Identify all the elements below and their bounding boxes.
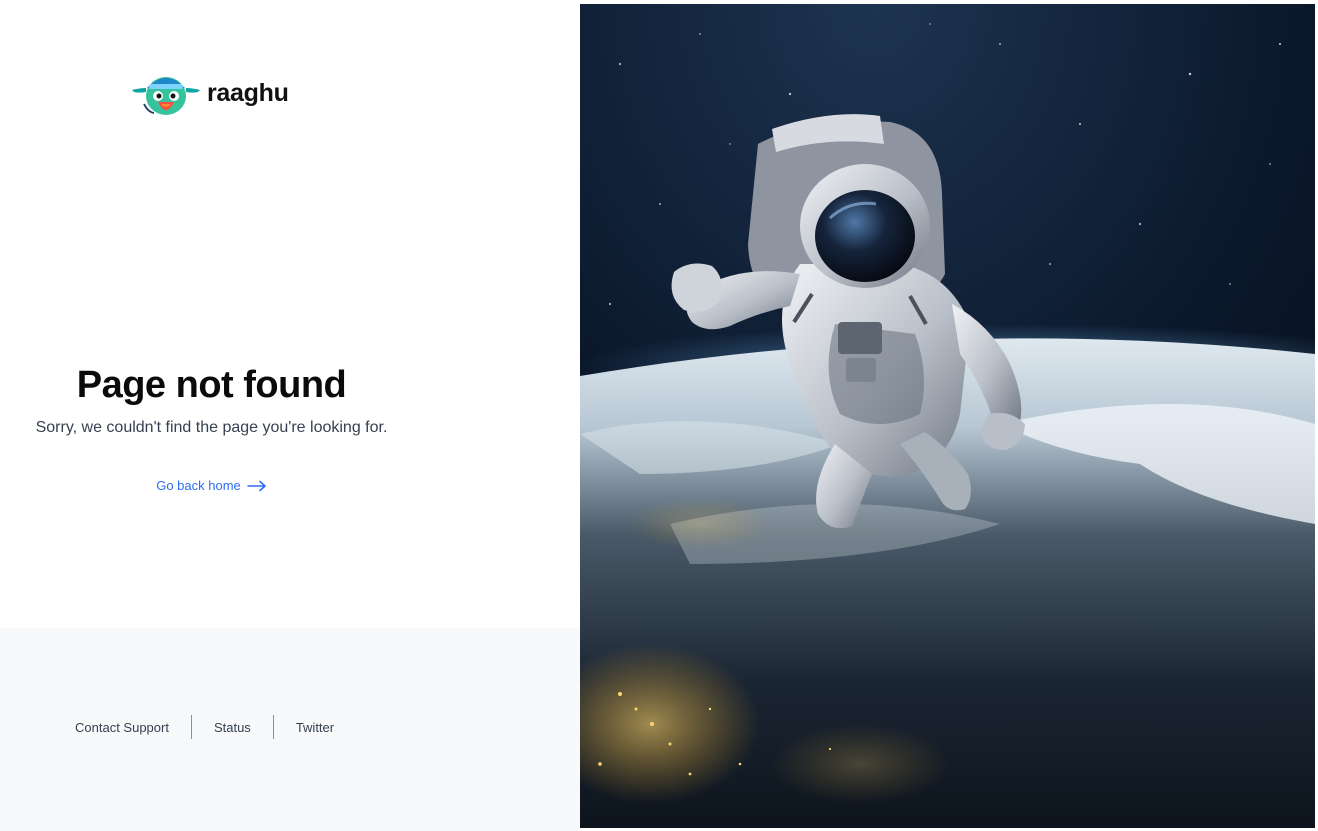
parrot-mascot-icon [132, 77, 200, 115]
arrow-right-icon [246, 480, 267, 492]
twitter-link[interactable]: Twitter [296, 720, 334, 735]
divider [190, 715, 192, 739]
contact-support-link[interactable]: Contact Support [75, 720, 169, 735]
error-content: Page not found Sorry, we couldn't find t… [0, 362, 423, 495]
footer-nav: Contact Support Status Twitter [75, 715, 334, 739]
divider [272, 715, 274, 739]
brand-logo[interactable]: raaghu [132, 66, 289, 120]
go-back-home-label: Go back home [156, 478, 241, 493]
status-link[interactable]: Status [214, 720, 251, 735]
brand-name: raaghu [207, 78, 289, 107]
page-title: Page not found [76, 364, 347, 406]
hero-image [580, 4, 1315, 828]
astronaut-earth-illustration [580, 4, 1315, 828]
go-back-home-link[interactable]: Go back home [156, 478, 267, 493]
error-message: Sorry, we couldn't find the page you're … [35, 419, 388, 436]
